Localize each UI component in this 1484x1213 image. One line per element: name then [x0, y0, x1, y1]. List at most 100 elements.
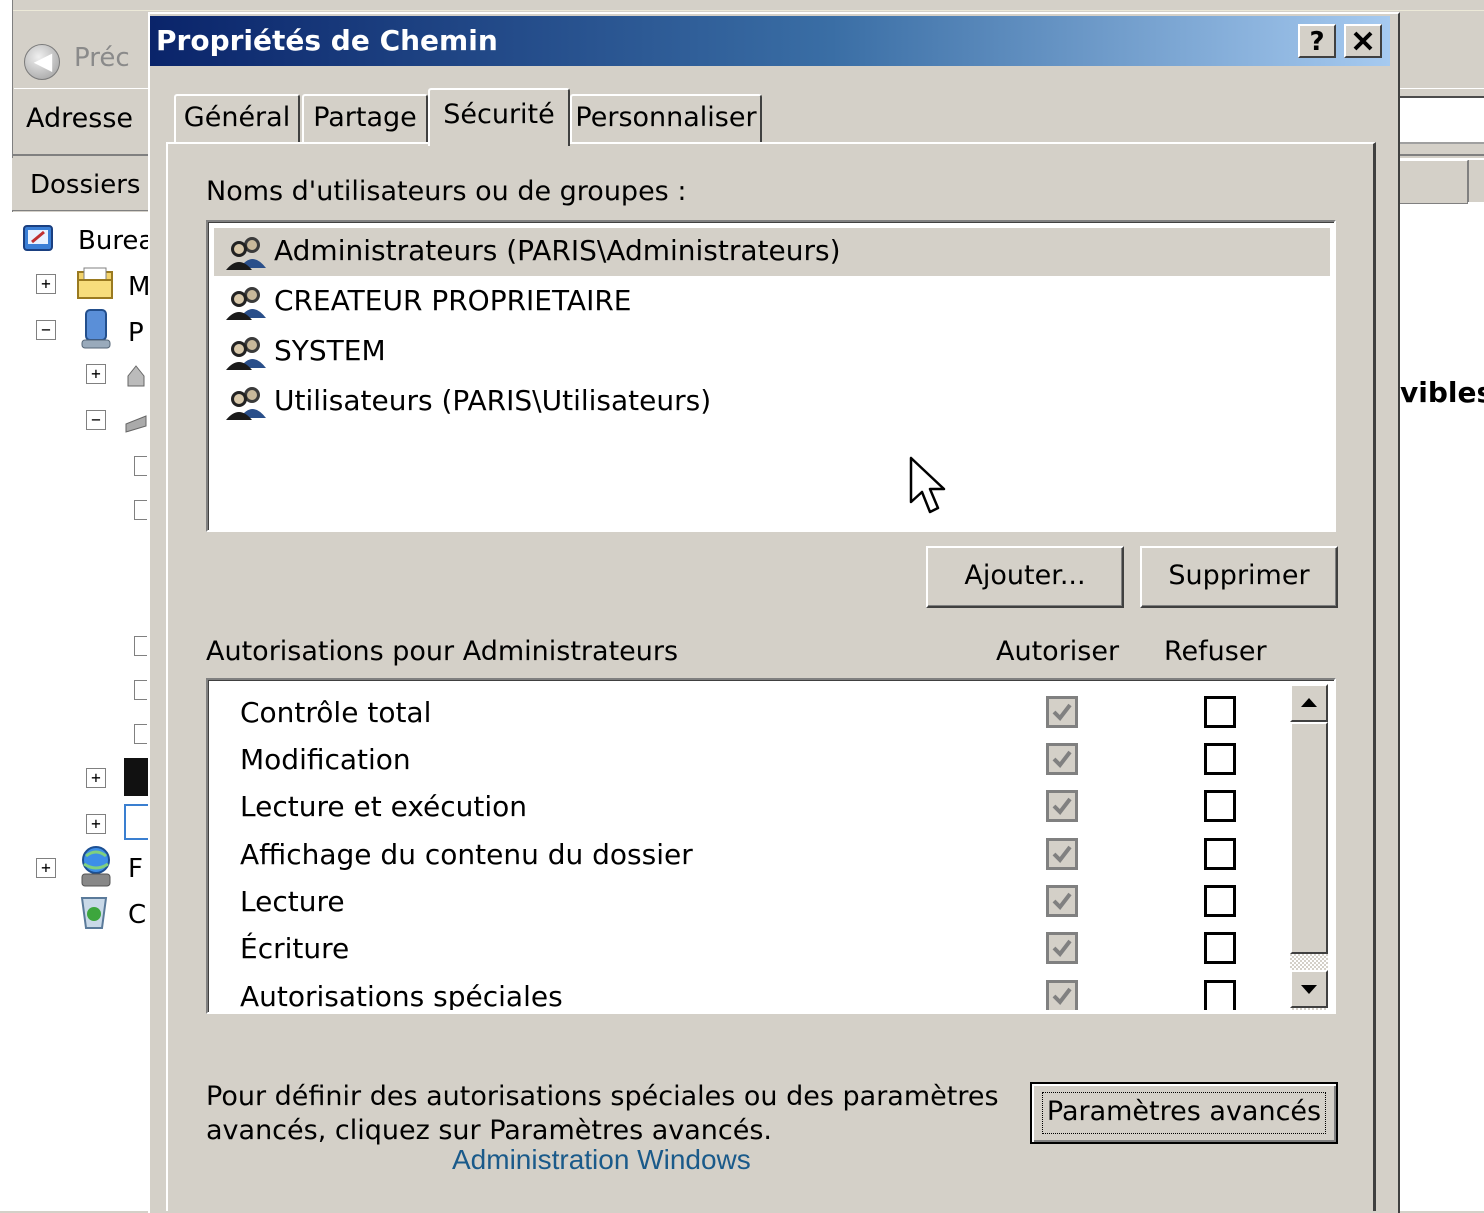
tab-security[interactable]: Sécurité	[428, 88, 570, 146]
close-icon	[1353, 31, 1373, 51]
collapse-icon[interactable]: −	[86, 410, 106, 430]
file-list-pane	[1396, 158, 1484, 1211]
tab-sharing[interactable]: Partage	[302, 94, 428, 142]
tree-item-desktop[interactable]: Burea	[78, 226, 154, 256]
allow-checkbox[interactable]	[1046, 743, 1078, 775]
user-name: CREATEUR PROPRIETAIRE	[274, 284, 632, 317]
user-group-icon	[226, 387, 266, 420]
deny-column-header: Refuser	[1164, 636, 1267, 667]
expand-icon[interactable]: +	[86, 364, 106, 384]
permission-name: Autorisations spéciales	[240, 980, 563, 1010]
permission-name: Écriture	[240, 932, 350, 965]
permission-row: Affichage du contenu du dossier	[214, 832, 1284, 879]
allow-checkbox[interactable]	[1046, 838, 1078, 870]
back-button-label[interactable]: Préc	[74, 43, 130, 73]
folders-label: Dossiers	[30, 170, 141, 200]
arrow-down-icon	[1301, 985, 1317, 994]
advanced-info-line: Pour définir des autorisations spéciales…	[206, 1081, 999, 1112]
expand-icon[interactable]: +	[36, 274, 56, 294]
permissions-label: Autorisations pour Administrateurs	[206, 636, 679, 667]
deny-checkbox[interactable]	[1204, 980, 1236, 1010]
deny-checkbox[interactable]	[1204, 790, 1236, 822]
list-item-createur[interactable]: CREATEUR PROPRIETAIRE	[214, 278, 1330, 326]
user-name: Administrateurs (PARIS\Administrateurs)	[274, 234, 841, 267]
list-item-utilisateurs[interactable]: Utilisateurs (PARIS\Utilisateurs)	[214, 378, 1330, 426]
deny-checkbox[interactable]	[1204, 885, 1236, 917]
remove-button[interactable]: Supprimer	[1140, 546, 1338, 608]
expand-icon[interactable]	[134, 636, 147, 656]
permission-name: Lecture	[240, 885, 345, 918]
address-field[interactable]	[1396, 96, 1484, 144]
scroll-down-button[interactable]	[1290, 970, 1328, 1008]
allow-column-header: Autoriser	[996, 636, 1120, 667]
permission-row: Lecture	[214, 879, 1284, 926]
deny-checkbox[interactable]	[1204, 696, 1236, 728]
permission-name: Modification	[240, 743, 411, 776]
add-button[interactable]: Ajouter...	[926, 546, 1124, 608]
expand-icon[interactable]: +	[86, 768, 106, 788]
permission-row: Modification	[214, 737, 1284, 784]
watermark-text: Administration Windows	[452, 1144, 751, 1175]
dialog-title: Propriétés de Chemin	[156, 24, 498, 57]
scrollbar-thumb[interactable]	[1290, 722, 1328, 954]
expand-icon[interactable]	[134, 456, 147, 476]
column-header[interactable]	[1468, 160, 1484, 202]
permission-name: Lecture et exécution	[240, 790, 528, 823]
expand-icon[interactable]	[134, 500, 147, 520]
arrow-up-icon	[1301, 698, 1317, 707]
permission-row: Autorisations spéciales	[214, 974, 1284, 1010]
tree-item-computer[interactable]: P	[128, 318, 144, 348]
address-label: Adresse	[26, 103, 133, 134]
advanced-settings-button[interactable]: Paramètres avancés	[1030, 1082, 1338, 1144]
scheduled-tasks-icon	[124, 804, 148, 840]
allow-checkbox[interactable]	[1046, 932, 1078, 964]
focus-rectangle	[1042, 1092, 1326, 1134]
advanced-info-line: avancés, cliquez sur Paramètres avancés.	[206, 1115, 773, 1146]
tree-item-recycle-bin[interactable]: C	[128, 900, 146, 930]
close-button[interactable]	[1344, 24, 1382, 58]
permission-name: Affichage du contenu du dossier	[240, 838, 693, 871]
permission-row: Lecture et exécution	[214, 784, 1284, 831]
floppy-drive-icon	[127, 365, 145, 387]
allow-checkbox[interactable]	[1046, 790, 1078, 822]
allow-checkbox[interactable]	[1046, 885, 1078, 917]
user-group-icon	[226, 237, 266, 270]
tab-customize[interactable]: Personnaliser	[570, 94, 762, 142]
user-name: SYSTEM	[274, 334, 386, 367]
expand-icon[interactable]	[134, 724, 147, 744]
list-item-administrateurs[interactable]: Administrateurs (PARIS\Administrateurs)	[214, 228, 1330, 276]
permission-name: Contrôle total	[240, 696, 432, 729]
mouse-cursor-icon	[909, 456, 946, 514]
my-computer-icon	[81, 309, 111, 349]
explorer-top-strip	[0, 0, 1484, 11]
tree-item-network[interactable]: F	[128, 854, 143, 884]
column-header[interactable]	[1396, 160, 1468, 204]
scroll-up-button[interactable]	[1290, 684, 1328, 722]
recycle-bin-icon	[80, 897, 108, 929]
collapse-icon[interactable]: −	[36, 320, 56, 340]
expand-icon[interactable]	[134, 680, 147, 700]
network-places-icon	[81, 846, 111, 887]
deny-checkbox[interactable]	[1204, 838, 1236, 870]
file-list-text: vibles	[1400, 376, 1484, 409]
allow-checkbox[interactable]	[1046, 980, 1078, 1010]
tab-general[interactable]: Général	[174, 94, 300, 142]
my-documents-icon	[77, 267, 113, 299]
deny-checkbox[interactable]	[1204, 743, 1236, 775]
allow-checkbox[interactable]	[1046, 696, 1078, 728]
help-button[interactable]: ?	[1298, 24, 1336, 58]
user-name: Utilisateurs (PARIS\Utilisateurs)	[274, 384, 712, 417]
users-label: Noms d'utilisateurs ou de groupes :	[206, 176, 687, 207]
expand-icon[interactable]: +	[86, 814, 106, 834]
expand-icon[interactable]: +	[36, 858, 56, 878]
deny-checkbox[interactable]	[1204, 932, 1236, 964]
user-group-icon	[226, 337, 266, 370]
back-arrow-icon: ◀	[33, 47, 53, 75]
advanced-info-text: Pour définir des autorisations spéciales…	[206, 1080, 999, 1148]
desktop-icon	[23, 225, 53, 251]
control-panel-icon	[124, 758, 148, 796]
user-group-icon	[226, 287, 266, 320]
permission-row: Contrôle total	[214, 690, 1284, 737]
disk-drive-icon	[125, 415, 147, 433]
list-item-system[interactable]: SYSTEM	[214, 328, 1330, 376]
